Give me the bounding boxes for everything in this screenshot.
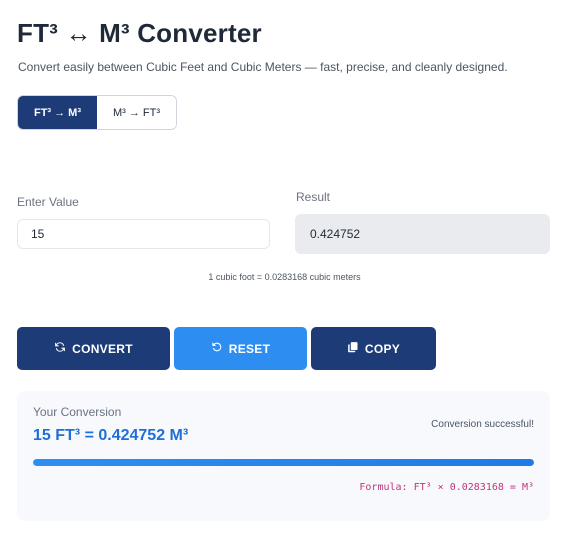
undo-icon [211, 341, 223, 356]
progress-bar-fill [33, 459, 534, 466]
progress-bar [33, 459, 534, 466]
conversion-summary-panel: Your Conversion 15 FT³ = 0.424752 M³ Con… [17, 391, 550, 521]
mode-toggle: FT³ → M³ M³ → FT³ [17, 95, 177, 130]
input-label: Enter Value [17, 195, 79, 209]
convert-button[interactable]: CONVERT [17, 327, 170, 370]
page-subtitle: Convert easily between Cubic Feet and Cu… [18, 60, 508, 74]
copy-button-label: COPY [364, 341, 401, 356]
copy-button[interactable]: COPY [311, 327, 436, 370]
summary-result: 15 FT³ = 0.424752 M³ [33, 427, 189, 444]
formula-text: Formula: FT³ × 0.0283168 = M³ [359, 482, 534, 493]
page-title: FT³ ↔ M³ Converter [17, 18, 262, 48]
copy-icon [347, 341, 359, 356]
reset-button-label: RESET [228, 341, 271, 356]
result-field: 0.424752 [295, 214, 550, 254]
value-input[interactable]: 15 [17, 219, 270, 249]
mode-ft3-to-m3-button[interactable]: FT³ → M³ [18, 96, 97, 129]
summary-label: Your Conversion [33, 405, 122, 419]
conversion-hint: 1 cubic foot = 0.0283168 cubic meters [208, 272, 361, 282]
converter-page: FT³ ↔ M³ Converter Convert easily betwee… [0, 0, 569, 541]
convert-button-label: CONVERT [72, 341, 133, 356]
refresh-icon [54, 341, 66, 356]
result-label: Result [296, 190, 331, 204]
status-message: Conversion successful! [431, 419, 534, 430]
reset-button[interactable]: RESET [174, 327, 307, 370]
mode-m3-to-ft3-button[interactable]: M³ → FT³ [97, 96, 176, 129]
